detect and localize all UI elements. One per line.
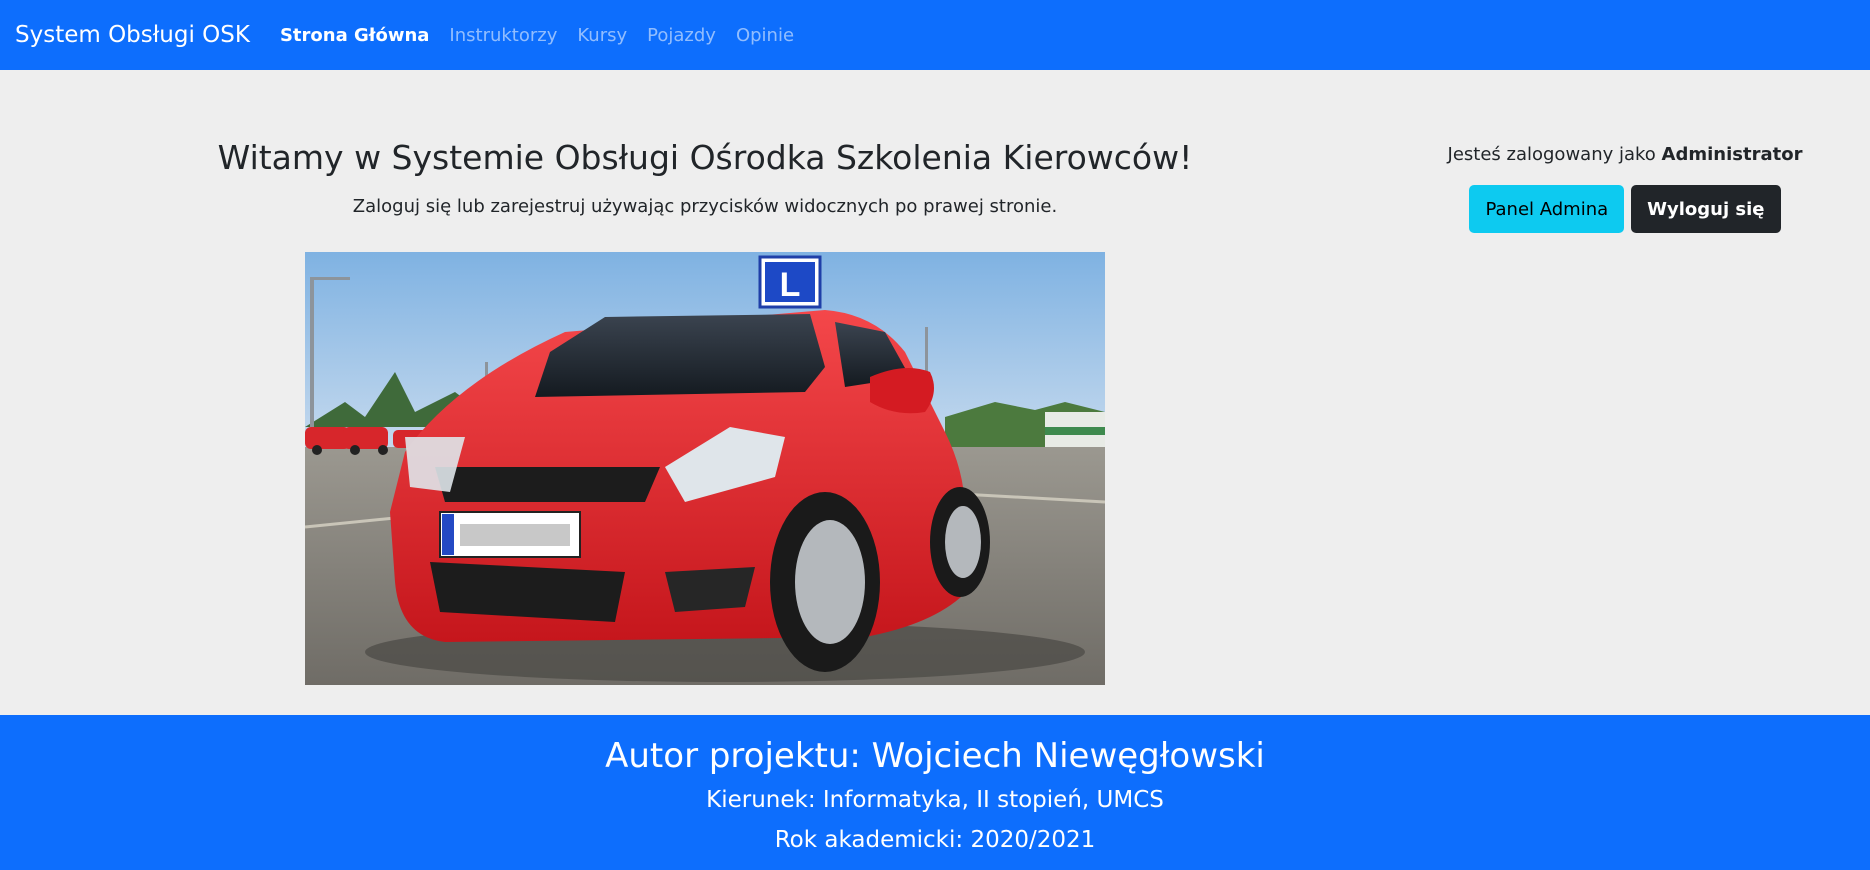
navbar-brand[interactable]: System Obsługi OSK	[15, 22, 250, 48]
l-sign-letter: L	[780, 266, 801, 304]
footer: Autor projektu: Wojciech Niewęgłowski Ki…	[0, 715, 1870, 870]
logged-in-status: Jesteś zalogowany jako Administrator	[1440, 144, 1810, 165]
nav-link-strona-glowna[interactable]: Strona Główna	[280, 25, 429, 46]
logged-in-role: Administrator	[1661, 144, 1803, 165]
nav-link-pojazdy[interactable]: Pojazdy	[647, 25, 716, 46]
nav-link-opinie[interactable]: Opinie	[736, 25, 794, 46]
logout-button[interactable]: Wyloguj się	[1631, 185, 1781, 233]
welcome-subtitle: Zaloguj się lub zarejestruj używając prz…	[352, 196, 1058, 217]
account-panel: Jesteś zalogowany jako Administrator Pan…	[1440, 144, 1810, 233]
top-navbar: System Obsługi OSK Strona Główna Instruk…	[0, 0, 1870, 70]
admin-panel-button[interactable]: Panel Admina	[1469, 185, 1625, 233]
main-content: Witamy w Systemie Obsługi Ośrodka Szkole…	[0, 70, 1870, 715]
footer-major: Kierunek: Informatyka, II stopień, UMCS	[706, 787, 1164, 813]
nav-link-kursy[interactable]: Kursy	[577, 25, 627, 46]
welcome-title: Witamy w Systemie Obsługi Ośrodka Szkole…	[217, 138, 1193, 177]
hero-car-image: L	[305, 252, 1105, 685]
footer-academic-year: Rok akademicki: 2020/2021	[774, 827, 1096, 853]
account-buttons: Panel Admina Wyloguj się	[1440, 185, 1810, 233]
footer-author: Autor projektu: Wojciech Niewęgłowski	[605, 736, 1265, 776]
nav-link-instruktorzy[interactable]: Instruktorzy	[449, 25, 557, 46]
nav-links: Strona Główna Instruktorzy Kursy Pojazdy…	[280, 25, 814, 46]
logged-in-prefix: Jesteś zalogowany jako	[1447, 144, 1656, 165]
